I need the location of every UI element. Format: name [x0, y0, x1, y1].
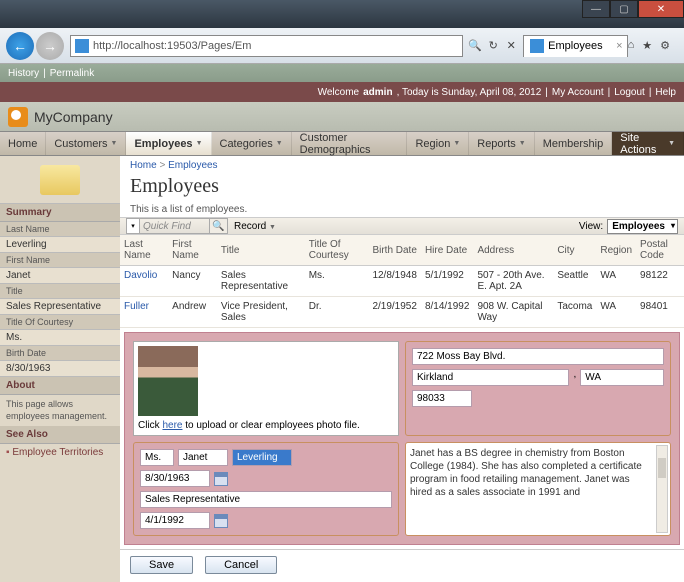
table-row: Davolio Nancy Sales Representative Ms. 1… — [120, 266, 684, 297]
summary-heading: Summary — [0, 204, 120, 222]
menu-employees[interactable]: Employees▼ — [126, 132, 211, 155]
search-icon[interactable]: 🔍 — [210, 218, 228, 234]
quickfind-dropdown[interactable]: ▾ — [126, 218, 140, 234]
menu-demographics[interactable]: Customer Demographics — [292, 132, 408, 155]
menu-reports[interactable]: Reports▼ — [469, 132, 534, 155]
chevron-down-icon: ▼ — [453, 140, 460, 147]
page-title: Employees — [120, 175, 684, 202]
menu-categories[interactable]: Categories▼ — [212, 132, 292, 155]
breadcrumb-current: Employees — [168, 160, 217, 171]
photo-box: Click here to upload or clear employees … — [133, 341, 399, 436]
home-icon[interactable]: ⌂ — [628, 39, 635, 52]
my-account-link[interactable]: My Account — [552, 87, 604, 98]
welcome-user: admin — [363, 87, 392, 98]
address-input[interactable]: 722 Moss Bay Blvd. — [412, 348, 664, 365]
table-row: Fuller Andrew Vice President, Sales Dr. … — [120, 297, 684, 328]
scrollbar[interactable] — [656, 445, 668, 533]
menu-site-actions[interactable]: Site Actions▼ — [612, 132, 684, 155]
help-link[interactable]: Help — [655, 87, 676, 98]
firstname-input[interactable]: Janet — [178, 449, 228, 466]
company-logo-icon — [8, 107, 28, 127]
tab-title: Employees — [548, 40, 602, 52]
menu-region[interactable]: Region▼ — [407, 132, 469, 155]
courtesy-input[interactable]: Ms. — [140, 449, 174, 466]
see-also-heading: See Also — [0, 426, 120, 444]
window-close-button[interactable]: ✕ — [638, 0, 684, 18]
permalink-link[interactable]: Permalink — [50, 68, 94, 79]
menu-customers[interactable]: Customers▼ — [46, 132, 126, 155]
chevron-down-icon: ▼ — [276, 140, 283, 147]
title-input[interactable]: Sales Representative — [140, 491, 392, 508]
menu-membership[interactable]: Membership — [535, 132, 613, 155]
tab-favicon-icon — [530, 39, 544, 53]
region-input[interactable]: WA — [580, 369, 664, 386]
calendar-icon[interactable] — [214, 514, 228, 528]
address-bar[interactable]: http://localhost:19503/Pages/Em — [70, 35, 463, 57]
birthdate-input[interactable]: 8/30/1963 — [140, 470, 210, 487]
chevron-down-icon: ▼ — [111, 140, 118, 147]
quickfind-input[interactable]: Quick Find — [140, 218, 210, 234]
notes-textarea[interactable]: Janet has a BS degree in chemistry from … — [410, 447, 666, 515]
page-description: This is a list of employees. — [120, 202, 684, 217]
tools-icon[interactable]: ⚙ — [660, 39, 670, 52]
welcome-bar: Welcome admin , Today is Sunday, April 0… — [0, 82, 684, 102]
history-link[interactable]: History — [8, 68, 39, 79]
view-selector[interactable]: Employees — [607, 219, 678, 234]
cancel-button[interactable]: Cancel — [205, 556, 277, 574]
company-name: MyCompany — [34, 109, 113, 125]
tab-close-icon[interactable]: × — [616, 40, 622, 52]
browser-tab[interactable]: Employees × — [523, 35, 627, 57]
edit-panel: Click here to upload or clear employees … — [124, 332, 680, 545]
employees-grid: Last Name First Name Title Title Of Cour… — [120, 235, 684, 328]
chevron-down-icon: ▼ — [196, 140, 203, 147]
sidebar-link-territories[interactable]: Employee Territories — [0, 444, 120, 461]
window-maximize-button[interactable]: ▢ — [610, 0, 638, 18]
ie-favicon-icon — [75, 39, 89, 53]
record-menu[interactable]: Record ▼ — [234, 221, 276, 232]
upload-photo-link[interactable]: here — [162, 420, 182, 431]
window-titlebar: — ▢ ✕ — [0, 0, 684, 28]
about-heading: About — [0, 377, 120, 395]
chevron-down-icon: ▼ — [668, 140, 675, 147]
menu-home[interactable]: Home — [0, 132, 46, 155]
city-input[interactable]: Kirkland — [412, 369, 569, 386]
favorites-icon[interactable]: ★ — [642, 39, 652, 52]
chevron-down-icon: ▼ — [519, 140, 526, 147]
folder-icon — [40, 165, 80, 195]
back-button[interactable]: ← — [6, 32, 34, 60]
calendar-icon[interactable] — [214, 472, 228, 486]
window-minimize-button[interactable]: — — [582, 0, 610, 18]
search-icon[interactable]: 🔍 — [467, 38, 483, 54]
refresh-icon[interactable]: ↻ — [485, 38, 501, 54]
stop-icon[interactable]: ✕ — [503, 38, 519, 54]
save-button[interactable]: Save — [130, 556, 193, 574]
postal-input[interactable]: 98033 — [412, 390, 472, 407]
breadcrumb-home[interactable]: Home — [130, 160, 157, 171]
forward-button[interactable]: → — [36, 32, 64, 60]
employee-photo — [138, 346, 198, 416]
lastname-input[interactable]: Leverling — [232, 449, 292, 466]
hiredate-input[interactable]: 4/1/1992 — [140, 512, 210, 529]
logout-link[interactable]: Logout — [614, 87, 645, 98]
url-text: http://localhost:19503/Pages/Em — [93, 40, 251, 52]
